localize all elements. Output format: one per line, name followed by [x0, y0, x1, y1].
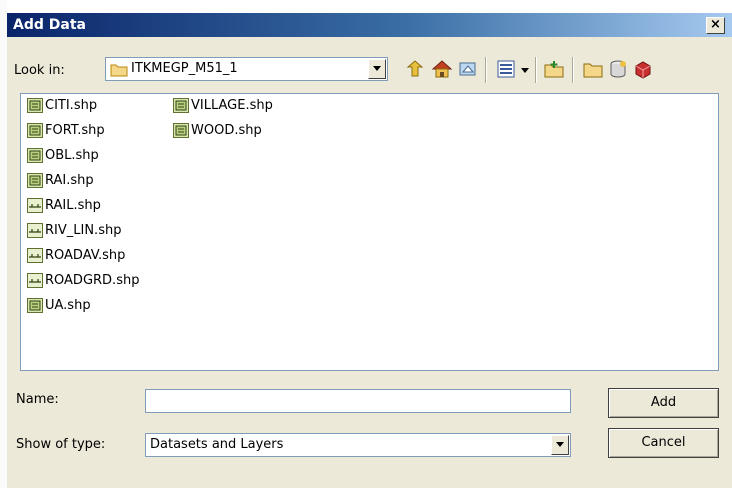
catalog-connect-icon[interactable] — [457, 58, 479, 80]
file-name: ROADAV.shp — [45, 248, 126, 263]
file-name: CITI.shp — [45, 98, 98, 113]
name-label: Name: — [16, 392, 59, 407]
line-feature-class-icon — [27, 273, 43, 288]
file-name: RIV_LIN.shp — [45, 223, 122, 238]
view-dropdown-icon[interactable] — [519, 58, 531, 80]
line-feature-class-icon — [27, 223, 43, 238]
polygon-feature-class-icon — [27, 148, 43, 163]
add-button-label: Add — [650, 395, 677, 410]
file-list[interactable]: CITI.shp FORT.shp OBL.shp RAI.shp RAIL.shp RI… — [20, 93, 719, 371]
folder-icon — [110, 64, 128, 77]
polygon-feature-class-icon — [173, 123, 189, 138]
file-name: RAI.shp — [45, 173, 94, 188]
look-in-value: ITKMEGP_M51_1 — [131, 61, 238, 76]
polygon-feature-class-icon — [27, 298, 43, 313]
toolbar-separator — [572, 57, 574, 83]
add-data-dialog: Add Data × Look in: ITKMEGP_M51_1 CITI.s… — [7, 13, 732, 488]
new-geodatabase-icon[interactable] — [607, 58, 629, 80]
toolbar-separator — [535, 57, 537, 83]
look-in-label: Look in: — [14, 63, 65, 78]
name-input[interactable] — [145, 389, 571, 413]
show-of-type-value: Datasets and Layers — [150, 437, 284, 452]
file-name: ROADGRD.shp — [45, 273, 140, 288]
close-button[interactable]: × — [706, 17, 725, 34]
polygon-feature-class-icon — [27, 123, 43, 138]
file-name: VILLAGE.shp — [191, 98, 273, 113]
file-name: WOOD.shp — [191, 123, 262, 138]
list-view-icon[interactable] — [495, 58, 517, 80]
look-in-combo[interactable]: ITKMEGP_M51_1 — [105, 57, 388, 81]
show-of-type-select[interactable]: Datasets and Layers — [145, 433, 571, 457]
polygon-feature-class-icon — [173, 98, 189, 113]
show-of-type-label: Show of type: — [16, 437, 106, 452]
connect-folder-icon[interactable] — [543, 58, 565, 80]
file-name: RAIL.shp — [45, 198, 101, 213]
polygon-feature-class-icon — [27, 98, 43, 113]
file-name: FORT.shp — [45, 123, 105, 138]
cancel-button-label: Cancel — [641, 435, 686, 450]
title-bar: Add Data × — [7, 13, 732, 37]
look-in-dropdown-button[interactable] — [368, 59, 386, 79]
up-one-level-icon[interactable] — [404, 58, 426, 80]
line-feature-class-icon — [27, 248, 43, 263]
background-edge — [0, 0, 7, 488]
polygon-feature-class-icon — [27, 173, 43, 188]
new-folder-icon[interactable] — [582, 58, 604, 80]
toolbox-icon[interactable] — [632, 58, 654, 80]
home-icon[interactable] — [431, 58, 453, 80]
dialog-title: Add Data — [13, 17, 86, 33]
show-of-type-dropdown-button[interactable] — [551, 435, 569, 455]
close-icon: × — [710, 17, 721, 32]
file-name: OBL.shp — [45, 148, 99, 163]
add-button[interactable]: Add — [608, 388, 719, 418]
line-feature-class-icon — [27, 198, 43, 213]
toolbar-separator — [485, 57, 487, 83]
file-name: UA.shp — [45, 298, 91, 313]
cancel-button[interactable]: Cancel — [608, 428, 719, 458]
